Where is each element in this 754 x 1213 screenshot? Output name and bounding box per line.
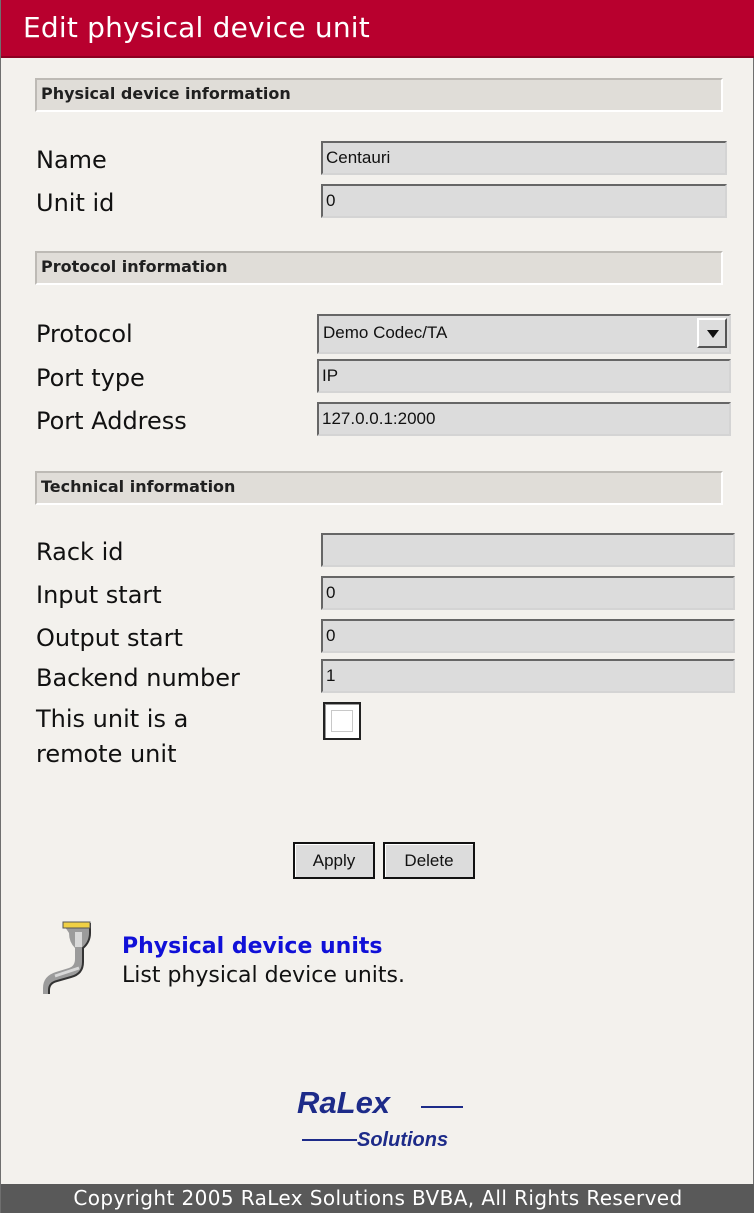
remote-unit-checkbox[interactable] bbox=[323, 702, 361, 740]
name-label: Name bbox=[36, 146, 107, 174]
title-bar: Edit physical device unit bbox=[1, 0, 754, 58]
rack-id-label: Rack id bbox=[36, 538, 124, 566]
remote-unit-label-line-2: remote unit bbox=[36, 740, 177, 768]
port-type-label: Port type bbox=[36, 364, 145, 392]
serial-connector-icon[interactable] bbox=[41, 920, 105, 996]
unit-id-label: Unit id bbox=[36, 189, 115, 217]
output-start-label: Output start bbox=[36, 624, 183, 652]
protocol-select[interactable]: Demo Codec/TA bbox=[317, 314, 731, 354]
physical-device-units-link[interactable]: Physical device units bbox=[122, 934, 383, 960]
physical-device-units-description: List physical device units. bbox=[122, 963, 405, 988]
input-start-input[interactable] bbox=[321, 576, 735, 610]
backend-number-label: Backend number bbox=[36, 664, 240, 692]
delete-button[interactable]: Delete bbox=[383, 842, 475, 879]
protocol-selected-value: Demo Codec/TA bbox=[323, 323, 448, 342]
port-address-label: Port Address bbox=[36, 407, 187, 435]
ralex-solutions-logo: RaLex Solutions bbox=[297, 1086, 487, 1164]
edit-physical-device-unit-window: Edit physical device unit Physical devic… bbox=[0, 0, 754, 1213]
remote-unit-label-line-1: This unit is a bbox=[36, 705, 189, 733]
section-physical-device-information: Physical device information bbox=[35, 78, 723, 112]
copyright-footer: Copyright 2005 RaLex Solutions BVBA, All… bbox=[1, 1184, 754, 1213]
section-technical-information: Technical information bbox=[35, 471, 723, 505]
page-title: Edit physical device unit bbox=[23, 11, 370, 44]
logo-bottom-text: Solutions bbox=[357, 1129, 449, 1151]
logo-bottom-line bbox=[302, 1139, 357, 1141]
port-type-input[interactable] bbox=[317, 359, 731, 393]
section-protocol-information: Protocol information bbox=[35, 251, 723, 285]
chevron-down-icon[interactable] bbox=[697, 318, 727, 348]
logo-top-line bbox=[421, 1106, 463, 1108]
protocol-label: Protocol bbox=[36, 320, 133, 348]
unit-id-input[interactable] bbox=[321, 184, 727, 218]
logo-top-text: RaLex bbox=[297, 1085, 391, 1120]
rack-id-input[interactable] bbox=[321, 533, 735, 567]
output-start-input[interactable] bbox=[321, 619, 735, 653]
input-start-label: Input start bbox=[36, 581, 162, 609]
name-input[interactable] bbox=[321, 141, 727, 175]
port-address-input[interactable] bbox=[317, 402, 731, 436]
backend-number-input[interactable] bbox=[321, 659, 735, 693]
apply-button[interactable]: Apply bbox=[293, 842, 375, 879]
